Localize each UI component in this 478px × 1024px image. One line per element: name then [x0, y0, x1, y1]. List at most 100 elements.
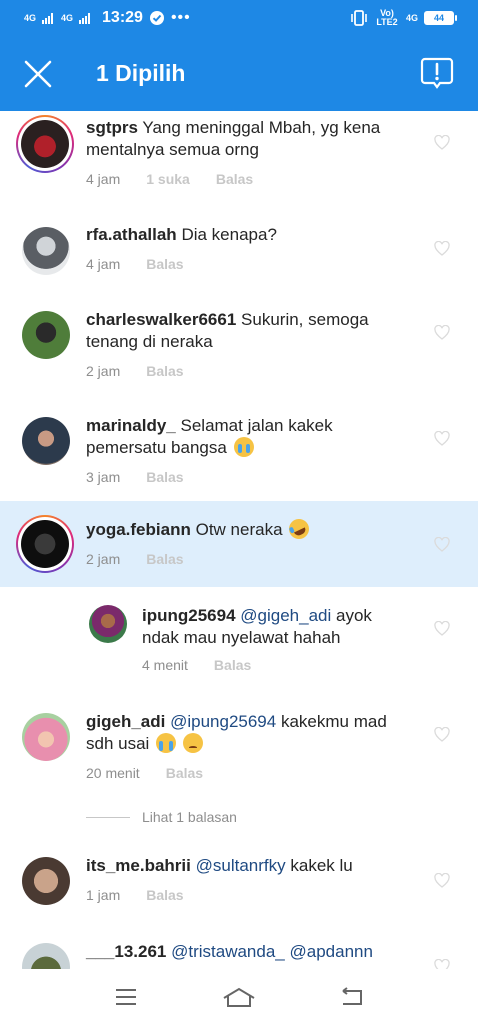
comment-username[interactable]: sgtprs — [86, 118, 138, 137]
comment-meta: 4 menit Balas — [142, 657, 251, 673]
clock: 13:29 — [102, 9, 143, 26]
heart-icon[interactable] — [434, 241, 450, 256]
avatar — [21, 520, 69, 568]
heart-icon[interactable] — [434, 873, 450, 888]
comment-text: Otw neraka — [195, 520, 283, 539]
mention-link[interactable]: @gigeh_adi — [240, 606, 331, 625]
comment-username[interactable]: ___13.261 — [86, 942, 166, 961]
comment-item[interactable]: charleswalker6661 Sukurin, semoga tenang… — [0, 301, 478, 407]
signal-icon-2 — [79, 12, 91, 24]
status-bar: 4G 4G 13:29 ••• Vo) LTE2 4G 44 — [0, 0, 478, 36]
status-left: 4G 4G 13:29 ••• — [24, 9, 191, 27]
comment-body: marinaldy_ Selamat jalan kakek pemersatu… — [86, 415, 416, 459]
selection-app-bar: 1 Dipilih — [0, 36, 478, 111]
back-button[interactable] — [332, 982, 372, 1012]
comment-item[interactable]: sgtprs Yang meninggal Mbah, yg kena ment… — [0, 111, 478, 211]
comment-time: 4 menit — [142, 657, 188, 673]
avatar-story-ring[interactable] — [16, 515, 74, 573]
comment-meta: 4 jam 1 suka Balas — [86, 171, 253, 187]
avatar[interactable] — [22, 713, 70, 761]
mention-link[interactable]: @sultanrfky — [196, 856, 286, 875]
avatar[interactable] — [22, 857, 70, 905]
reply-button[interactable]: Balas — [214, 657, 251, 673]
comment-body: charleswalker6661 Sukurin, semoga tenang… — [86, 309, 416, 353]
reply-item[interactable]: ipung25694 @gigeh_adi ayok ndak mau nyel… — [0, 587, 478, 693]
comment-body: rfa.athallah Dia kenapa? — [86, 224, 416, 246]
report-button[interactable] — [420, 56, 454, 90]
close-icon — [24, 60, 52, 87]
sad-face-icon — [182, 733, 203, 753]
heart-icon[interactable] — [434, 727, 450, 742]
avatar[interactable] — [22, 227, 70, 275]
reply-button[interactable]: Balas — [146, 469, 183, 485]
view-replies-label: Lihat 1 balasan — [142, 809, 237, 825]
comment-username[interactable]: rfa.athallah — [86, 225, 177, 244]
more-notifications-icon: ••• — [170, 9, 191, 26]
home-icon — [223, 987, 255, 1007]
comment-time: 2 jam — [86, 363, 121, 379]
comment-body: sgtprs Yang meninggal Mbah, yg kena ment… — [86, 117, 416, 161]
heart-icon[interactable] — [434, 959, 450, 969]
avatar[interactable] — [22, 417, 70, 465]
comment-meta: 2 jam Balas — [86, 551, 184, 567]
comment-meta: 2 jam Balas — [86, 363, 184, 379]
home-button[interactable] — [219, 982, 259, 1012]
reply-button[interactable]: Balas — [216, 171, 253, 187]
comment-time: 4 jam — [86, 256, 121, 272]
comment-item[interactable]: ___13.261 @tristawanda_ @apdannn — [0, 931, 478, 969]
heart-icon[interactable] — [434, 537, 450, 552]
comment-text: Dia kenapa? — [181, 225, 277, 244]
status-right: Vo) LTE2 4G 44 — [350, 9, 457, 27]
network-type-1: 4G — [24, 12, 37, 23]
reply-button[interactable]: Balas — [146, 363, 183, 379]
comment-meta: 3 jam Balas — [86, 469, 184, 485]
comment-text: kakek lu — [290, 856, 353, 875]
mention-link[interactable]: @tristawanda_ — [171, 942, 285, 961]
comment-time: 2 jam — [86, 551, 121, 567]
battery-icon: 44 — [424, 11, 457, 25]
comment-username[interactable]: ipung25694 — [142, 606, 236, 625]
comment-item[interactable]: rfa.athallah Dia kenapa? 4 jam Balas — [0, 211, 478, 301]
comment-likes[interactable]: 1 suka — [146, 171, 190, 187]
comment-item[interactable]: its_me.bahrii @sultanrfky kakek lu 1 jam… — [0, 841, 478, 931]
avatar — [21, 120, 69, 168]
comment-list[interactable]: sgtprs Yang meninggal Mbah, yg kena ment… — [0, 111, 478, 969]
avatar-story-ring[interactable] — [16, 115, 74, 173]
comment-item[interactable]: gigeh_adi @ipung25694 kakekmu mad sdh us… — [0, 693, 478, 793]
heart-icon[interactable] — [434, 135, 450, 150]
view-replies-button[interactable]: Lihat 1 balasan — [86, 809, 237, 825]
reply-button[interactable]: Balas — [166, 765, 203, 781]
heart-icon[interactable] — [434, 621, 450, 636]
mention-link-2[interactable]: @apdannn — [290, 942, 373, 961]
avatar[interactable] — [22, 943, 70, 969]
system-nav-bar — [0, 969, 478, 1024]
close-button[interactable] — [18, 54, 58, 94]
comment-username[interactable]: charleswalker6661 — [86, 310, 236, 329]
avatar[interactable] — [89, 605, 127, 643]
comment-meta: 1 jam Balas — [86, 887, 184, 903]
avatar[interactable] — [22, 311, 70, 359]
comment-time: 3 jam — [86, 469, 121, 485]
checkmark-circle-icon — [149, 11, 164, 25]
heart-icon[interactable] — [434, 325, 450, 340]
comment-item-selected[interactable]: yoga.febiann Otw neraka 2 jam Balas — [0, 501, 478, 587]
loudly-crying-icon — [156, 733, 177, 753]
reply-button[interactable]: Balas — [146, 551, 183, 567]
crying-face-icon — [233, 437, 254, 457]
comment-username[interactable]: yoga.febiann — [86, 520, 191, 539]
comment-body: yoga.febiann Otw neraka — [86, 515, 416, 543]
mention-link[interactable]: @ipung25694 — [170, 712, 276, 731]
comment-username[interactable]: marinaldy_ — [86, 416, 176, 435]
comment-time: 1 jam — [86, 887, 121, 903]
divider-line — [86, 816, 130, 818]
comment-body: ___13.261 @tristawanda_ @apdannn — [86, 941, 416, 963]
reply-button[interactable]: Balas — [146, 887, 183, 903]
reply-button[interactable]: Balas — [146, 256, 183, 272]
comment-meta: 20 menit Balas — [86, 765, 203, 781]
comment-username[interactable]: gigeh_adi — [86, 712, 165, 731]
menu-icon — [116, 988, 137, 1005]
comment-item[interactable]: marinaldy_ Selamat jalan kakek pemersatu… — [0, 407, 478, 501]
comment-username[interactable]: its_me.bahrii — [86, 856, 191, 875]
recent-apps-button[interactable] — [106, 982, 146, 1012]
heart-icon[interactable] — [434, 431, 450, 446]
